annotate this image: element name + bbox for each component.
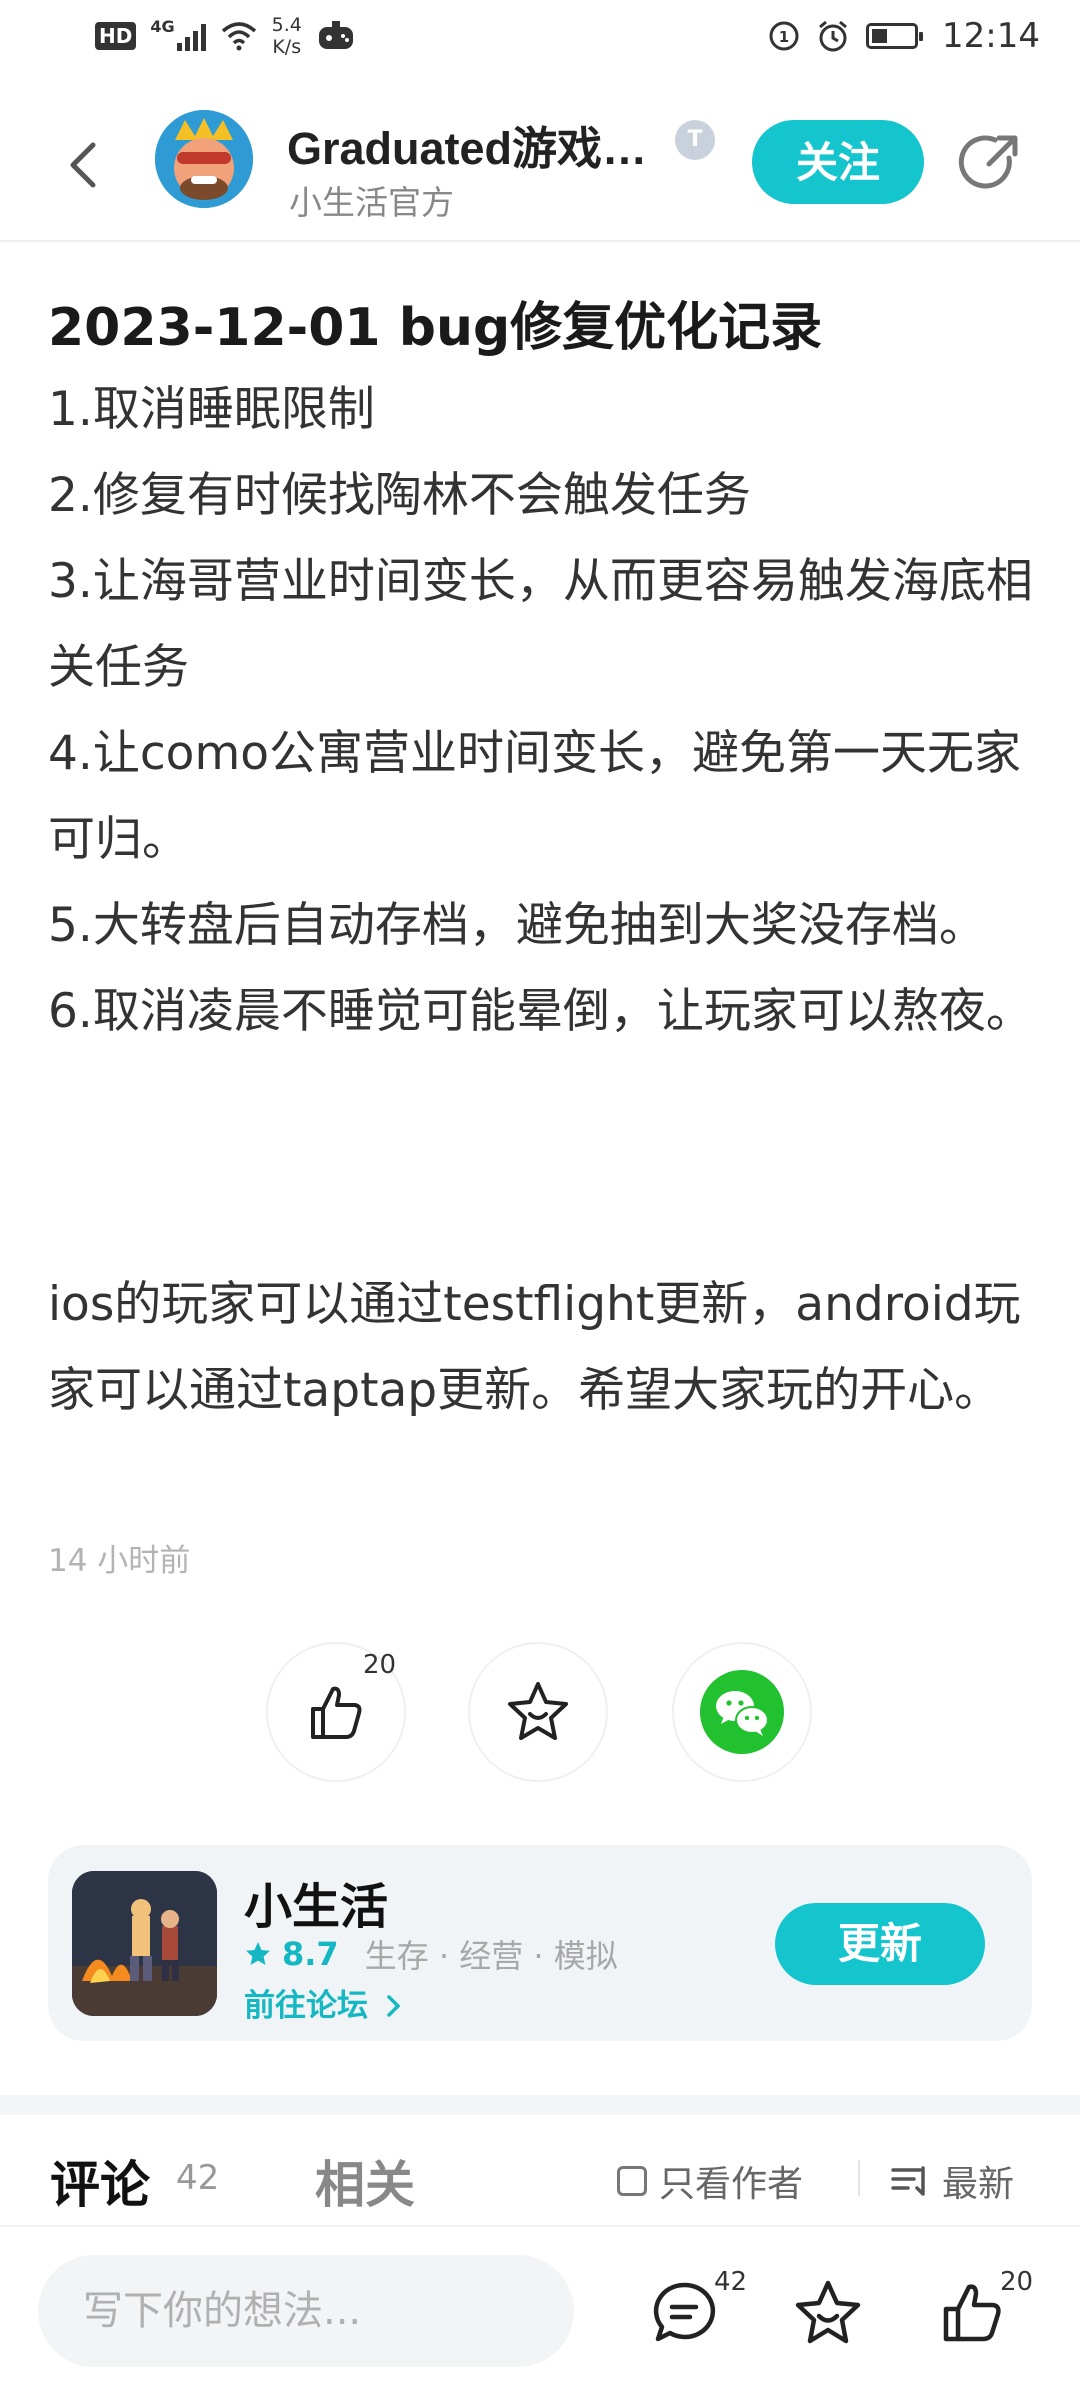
back-arrow-icon[interactable]	[55, 130, 115, 200]
app-icon[interactable]	[72, 1871, 217, 2016]
wechat-icon	[700, 1670, 784, 1754]
star-icon	[246, 1942, 270, 1965]
wechat-share-button[interactable]	[672, 1642, 812, 1782]
like-count-bottom: 20	[1000, 2267, 1034, 2297]
share-icon[interactable]	[955, 128, 1025, 198]
alarm-icon	[819, 20, 847, 52]
post-header: Graduated游戏… 小生活官方 T 关注	[0, 90, 1080, 242]
post-line: 1.取消睡眠限制	[48, 382, 375, 437]
thumbs-up-icon[interactable]	[936, 2277, 1008, 2349]
chevron-right-icon	[387, 1995, 401, 2017]
app-score: 8.7	[282, 1935, 339, 1973]
star-icon[interactable]	[792, 2277, 864, 2349]
checkbox-icon	[617, 2166, 647, 2196]
svg-text:1: 1	[779, 28, 789, 46]
status-bar: HD 4G 5.4 K/s 1 12:14	[0, 0, 1080, 80]
post-note: ios的玩家可以通过testflight更新，android玩家可以通过tapt…	[48, 1277, 1021, 1418]
bottom-bar: 42 20	[0, 2225, 1080, 2402]
wifi-icon	[221, 22, 256, 51]
clock: 12:14	[942, 16, 1040, 56]
author-avatar[interactable]	[155, 110, 253, 208]
signal-icon	[176, 21, 206, 51]
post-line: 2.修复有时候找陶林不会触发任务	[48, 468, 751, 523]
sort-button[interactable]: 最新	[890, 2155, 1014, 2207]
author-only-label: 只看作者	[659, 2164, 804, 2205]
game-controller-icon	[318, 21, 353, 49]
hd-icon: HD	[95, 22, 137, 50]
nfc-icon: 1	[769, 21, 799, 51]
post-line: 6.取消凌晨不睡觉可能晕倒，让玩家可以熬夜。	[48, 984, 1033, 1039]
status-left: HD 4G 5.4 K/s	[95, 14, 356, 58]
tab-comments-count: 42	[176, 2158, 220, 2198]
app-icon-image	[72, 1871, 217, 2016]
forum-link-label: 前往论坛	[244, 1988, 368, 2024]
network-type: 4G	[150, 16, 175, 36]
forum-link[interactable]: 前往论坛	[244, 1980, 405, 2025]
post-line: 3.让海哥营业时间变长，从而更容易触发海底相关任务	[48, 554, 1033, 695]
star-icon	[508, 1682, 568, 1740]
app-card[interactable]: 小生活 8.7 生存 · 经营 · 模拟 前往论坛 更新	[48, 1845, 1032, 2041]
comment-input[interactable]	[38, 2255, 574, 2367]
sort-icon	[891, 2166, 925, 2196]
post-body: 1.取消睡眠限制 2.修复有时候找陶林不会触发任务 3.让海哥营业时间变长，从而…	[48, 367, 1038, 1055]
like-count: 20	[363, 1650, 397, 1680]
app-rating-row: 8.7 生存 · 经营 · 模拟	[244, 1931, 618, 1977]
post-title: 2023-12-01 bug修复优化记录	[48, 298, 823, 358]
follow-button[interactable]: 关注	[752, 120, 924, 204]
comment-icon[interactable]	[648, 2277, 720, 2349]
author-name[interactable]: Graduated游戏…	[287, 112, 647, 177]
avatar-image	[155, 110, 253, 208]
sort-label: 最新	[942, 2164, 1015, 2205]
battery-icon	[866, 23, 924, 49]
section-divider	[0, 2095, 1080, 2115]
app-tags: 生存 · 经营 · 模拟	[364, 1937, 618, 1975]
tab-related[interactable]: 相关	[315, 2145, 415, 2217]
post-line: 4.让como公寓营业时间变长，避免第一天无家可归。	[48, 726, 1021, 867]
net-speed: 5.4 K/s	[271, 14, 302, 58]
update-button[interactable]: 更新	[775, 1903, 985, 1985]
thumbs-up-icon	[311, 1686, 362, 1739]
author-only-toggle[interactable]: 只看作者	[617, 2155, 803, 2207]
post-line: 5.大转盘后自动存档，避免抽到大奖没存档。	[48, 898, 986, 953]
author-subtitle: 小生活官方	[289, 183, 454, 222]
tab-comments[interactable]: 评论	[50, 2145, 150, 2217]
post-timestamp: 14 小时前	[48, 1543, 191, 1579]
level-badge: T	[675, 120, 715, 160]
comment-count: 42	[714, 2267, 748, 2297]
favorite-button[interactable]	[468, 1642, 608, 1782]
tab-separator	[858, 2160, 860, 2196]
app-name[interactable]: 小生活	[244, 1867, 388, 1937]
status-right: 1 12:14	[768, 16, 1040, 56]
